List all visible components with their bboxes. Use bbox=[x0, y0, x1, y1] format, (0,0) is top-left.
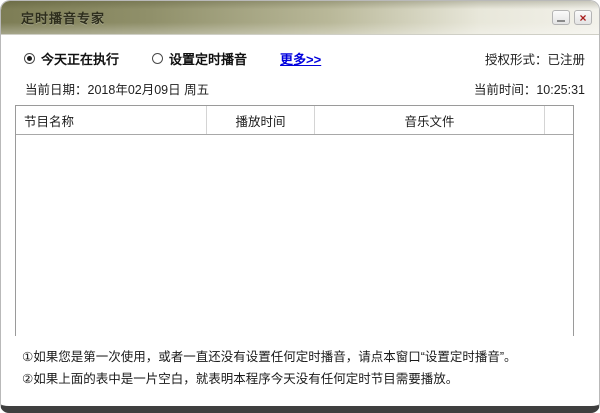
controls-row: 今天正在执行 设置定时播音 更多>> 授权形式：已注册 bbox=[24, 50, 585, 66]
radio-setup-label: 设置定时播音 bbox=[169, 49, 247, 68]
column-header-program-name[interactable]: 节目名称 bbox=[16, 106, 207, 134]
current-date: 当前日期：2018年02月09日 周五 bbox=[25, 79, 209, 98]
column-header-music-file[interactable]: 音乐文件 bbox=[315, 106, 545, 134]
minimize-button[interactable] bbox=[552, 10, 570, 25]
current-time: 当前时间：10:25:31 bbox=[474, 79, 585, 98]
minimize-icon bbox=[557, 20, 565, 22]
footer-notes: ①如果您是第一次使用，或者一直还没有设置任何定时播音，请点本窗口“设置定时播音”… bbox=[22, 346, 589, 390]
table-header: 节目名称 播放时间 音乐文件 bbox=[16, 106, 573, 135]
column-header-empty bbox=[545, 106, 573, 134]
license-value: 已注册 bbox=[547, 53, 585, 67]
close-icon: × bbox=[579, 12, 586, 24]
window-title: 定时播音专家 bbox=[21, 8, 105, 27]
radio-selected-icon[interactable] bbox=[24, 53, 35, 64]
footer-note-2: ②如果上面的表中是一片空白，就表明本程序今天没有任何定时节目需要播放。 bbox=[22, 368, 589, 390]
current-time-value: 10:25:31 bbox=[536, 83, 585, 97]
schedule-table: 节目名称 播放时间 音乐文件 bbox=[15, 105, 574, 336]
radio-unselected-icon[interactable] bbox=[152, 53, 163, 64]
date-time-row: 当前日期：2018年02月09日 周五 当前时间：10:25:31 bbox=[25, 81, 585, 96]
license-status: 授权形式：已注册 bbox=[485, 49, 585, 68]
more-link[interactable]: 更多>> bbox=[280, 49, 321, 68]
column-header-play-time[interactable]: 播放时间 bbox=[207, 106, 315, 134]
license-label: 授权形式： bbox=[485, 53, 548, 67]
current-date-label: 当前日期： bbox=[25, 83, 88, 97]
footer-note-1: ①如果您是第一次使用，或者一直还没有设置任何定时播音，请点本窗口“设置定时播音”… bbox=[22, 346, 589, 368]
titlebar[interactable]: 定时播音专家 × bbox=[1, 1, 599, 35]
radio-today-executing[interactable]: 今天正在执行 bbox=[24, 49, 119, 68]
window-buttons: × bbox=[552, 10, 592, 25]
radio-today-label: 今天正在执行 bbox=[41, 49, 119, 68]
current-date-value: 2018年02月09日 周五 bbox=[88, 83, 210, 97]
current-time-label: 当前时间： bbox=[474, 83, 537, 97]
table-body[interactable] bbox=[16, 135, 573, 336]
app-window: 定时播音专家 × 今天正在执行 设置定时播音 更多>> 授权形式：已注册 当前日… bbox=[0, 0, 600, 413]
radio-setup-broadcast[interactable]: 设置定时播音 bbox=[152, 49, 247, 68]
close-button[interactable]: × bbox=[574, 10, 592, 25]
